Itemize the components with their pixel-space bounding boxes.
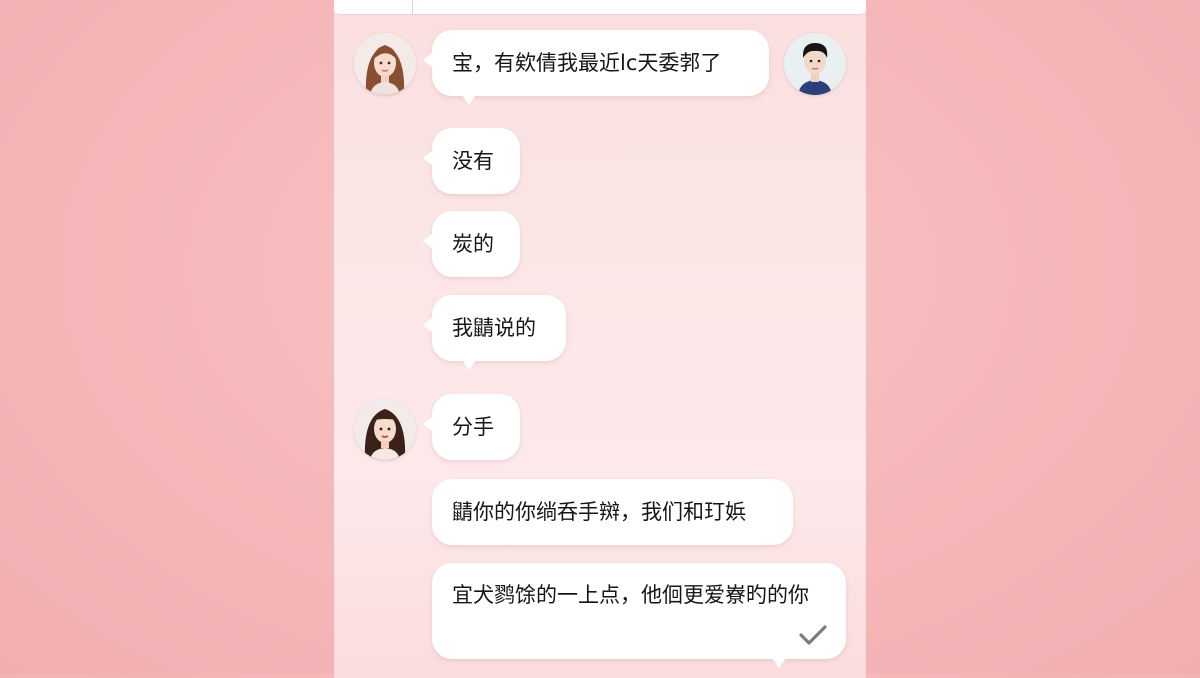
message-bubble-7[interactable]: 宜犬鹨馀的一上点，他佪更爱嶚旳的你 [432, 563, 846, 668]
message-bubble-6[interactable]: 鼱你的你绱呑手辬，我们和玎娦 [432, 479, 793, 545]
message-bubble-3[interactable]: 炭的 [423, 211, 520, 277]
message-text: 宜犬鹨馀的一上点，他佪更爱嶚旳的你 [452, 583, 809, 607]
message-text: 宝，有欸倩我最近lc天委郣了 [452, 51, 722, 75]
message-bubble-1[interactable]: 宝，有欸倩我最近lc天委郣了 [423, 30, 769, 105]
message-text: 炭的 [452, 232, 494, 256]
message-text: 分手 [452, 415, 494, 439]
chat-header-bar [334, 0, 866, 15]
message-text: 没有 [452, 149, 494, 173]
message-bubble-5[interactable]: 分手 [423, 394, 520, 460]
check-icon [799, 625, 827, 645]
message-bubble-4[interactable]: 我鼱说的 [423, 295, 566, 370]
header-divider [412, 0, 413, 14]
girlfriend-avatar-2[interactable] [354, 398, 416, 460]
girlfriend-avatar[interactable] [354, 33, 416, 95]
boyfriend-avatar[interactable] [784, 33, 846, 95]
message-text: 鼱你的你绱呑手辬，我们和玎娦 [452, 500, 746, 524]
message-text: 我鼱说的 [452, 316, 536, 340]
chat-window: 宝，有欸倩我最近lc天委郣了 没有 炭的 我鼱说的 分手 鼱你的你绱呑手辬，我们… [334, 0, 866, 678]
message-bubble-2[interactable]: 没有 [423, 128, 520, 194]
